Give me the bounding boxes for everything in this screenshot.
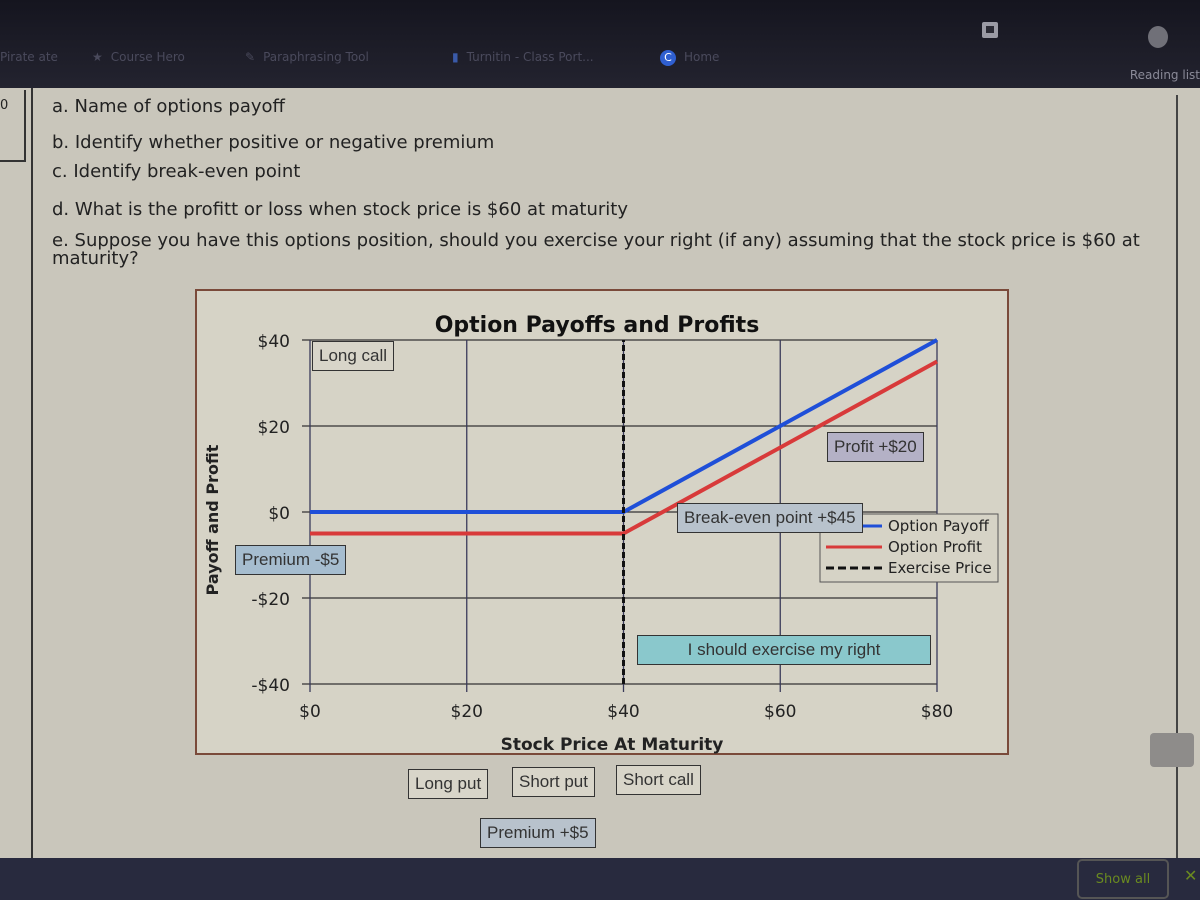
annotation-premium-positive[interactable]: Premium +$5 — [480, 818, 596, 848]
annotation-long-call[interactable]: Long call — [312, 341, 395, 371]
option-payoff-chart: $40 $20 $0 -$20 -$40 $0 $20 $40 $60 $80 Option Pa… — [203, 313, 999, 755]
annotation-premium-negative[interactable]: Premium -$5 — [235, 545, 347, 575]
download-bar — [0, 858, 1200, 900]
option-short-call[interactable]: Short call — [616, 765, 701, 795]
close-icon[interactable]: ✕ — [1184, 866, 1197, 885]
legend-label: Exercise Price — [888, 559, 992, 577]
legend-label: Option Profit — [888, 538, 982, 556]
y-tick-label: -$20 — [251, 590, 290, 610]
annotation-profit[interactable]: Profit +$20 — [827, 432, 924, 462]
option-short-put[interactable]: Short put — [512, 767, 595, 797]
x-tick-label: $60 — [764, 702, 796, 722]
annotation-exercise[interactable]: I should exercise my right — [637, 635, 931, 665]
y-tick-label: $40 — [258, 332, 290, 352]
x-tick-label: $20 — [451, 702, 483, 722]
x-tick-label: $40 — [607, 702, 639, 722]
option-long-put[interactable]: Long put — [408, 769, 489, 799]
annotation-break-even[interactable]: Break-even point +$45 — [677, 503, 863, 533]
legend-label: Option Payoff — [888, 517, 989, 535]
x-tick-label: $0 — [299, 702, 321, 722]
chart-title: Option Payoffs and Profits — [435, 313, 760, 338]
show-all-button[interactable]: Show all — [1077, 859, 1169, 899]
y-tick-label: $20 — [258, 418, 290, 438]
x-axis-label: Stock Price At Maturity — [501, 735, 724, 755]
y-axis-label: Payoff and Profit — [203, 444, 222, 595]
x-tick-label: $80 — [921, 702, 953, 722]
y-tick-label: -$40 — [251, 676, 290, 696]
scroll-to-top-button[interactable] — [1150, 733, 1194, 767]
y-tick-label: $0 — [268, 504, 290, 524]
